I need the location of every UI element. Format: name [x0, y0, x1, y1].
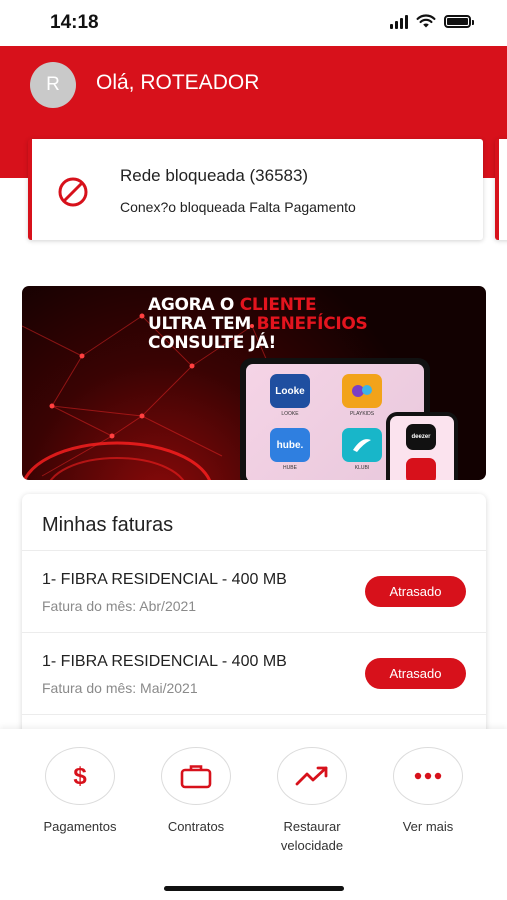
- nav-more[interactable]: Ver mais: [373, 747, 483, 836]
- red-app-tile: [406, 458, 436, 480]
- greeting: Olá, ROTEADOR: [96, 71, 260, 94]
- looke-app-tile: Looke: [270, 374, 310, 408]
- nav-contracts-button[interactable]: [161, 747, 231, 805]
- battery-icon: [444, 15, 474, 28]
- alert-subtitle: Conex?o bloqueada Falta Pagamento: [120, 199, 356, 215]
- invoice-month: Fatura do mês: Mai/2021: [42, 680, 198, 696]
- status-icons: [390, 14, 474, 29]
- playkids-app-tile: [342, 374, 382, 408]
- invoice-row[interactable]: 1- FIBRA RESIDENCIAL - 400 MB Fatura do …: [22, 550, 486, 632]
- status-badge[interactable]: Atrasado: [365, 658, 466, 689]
- wifi-icon: [416, 14, 436, 28]
- playkids-logo-icon: [352, 385, 372, 397]
- nav-contracts[interactable]: Contratos: [141, 747, 251, 836]
- status-time: 14:18: [50, 12, 99, 33]
- invoice-plan-name: 1- FIBRA RESIDENCIAL - 400 MB: [42, 571, 287, 588]
- banner-headline: AGORA O CLIENTE ULTRA TEM BENEFÍCIOS CON…: [148, 295, 368, 353]
- invoices-title: Minhas faturas: [42, 514, 174, 536]
- status-bar: 14:18: [0, 0, 507, 46]
- status-badge[interactable]: Atrasado: [365, 576, 466, 607]
- briefcase-icon: [180, 765, 212, 789]
- klubi-logo-icon: [353, 439, 371, 452]
- deezer-app-tile: deezer: [406, 424, 436, 450]
- nav-payments[interactable]: $ Pagamentos: [25, 747, 135, 836]
- nav-contracts-label: Contratos: [167, 819, 225, 834]
- dollar-icon: $: [73, 763, 87, 789]
- invoice-month: Fatura do mês: Abr/2021: [42, 598, 197, 614]
- nav-more-button[interactable]: [393, 747, 463, 805]
- promo-banner[interactable]: AGORA O CLIENTE ULTRA TEM BENEFÍCIOS CON…: [22, 286, 486, 480]
- klubi-app-tile: [342, 428, 382, 462]
- nav-payments-label: Pagamentos: [43, 819, 117, 834]
- nav-payments-button[interactable]: $: [45, 747, 115, 805]
- bottom-nav: $ Pagamentos Contratos Restaurar velocid…: [0, 729, 507, 900]
- nav-restore-speed[interactable]: Restaurar velocidade: [257, 747, 367, 855]
- nav-more-label: Ver mais: [402, 819, 454, 834]
- network-blocked-card[interactable]: Rede bloqueada (36583) Conex?o bloqueada…: [28, 139, 483, 240]
- invoices-card: Minhas faturas 1- FIBRA RESIDENCIAL - 40…: [22, 494, 486, 744]
- phone-illustration: deezer: [386, 412, 458, 480]
- invoice-row[interactable]: 1- FIBRA RESIDENCIAL - 400 MB Fatura do …: [22, 632, 486, 714]
- svg-text:$: $: [73, 763, 87, 789]
- more-dots-icon: [414, 772, 442, 780]
- invoice-plan-name: 1- FIBRA RESIDENCIAL - 400 MB: [42, 653, 287, 670]
- trending-up-icon: [295, 766, 328, 786]
- cellular-signal-icon: [390, 14, 408, 29]
- blocked-icon: [58, 177, 88, 207]
- next-alert-card[interactable]: [495, 139, 507, 240]
- hube-app-tile: hube.: [270, 428, 310, 462]
- avatar[interactable]: R: [30, 62, 76, 108]
- nav-restore-speed-button[interactable]: [277, 747, 347, 805]
- nav-restore-speed-label: Restaurar velocidade: [280, 819, 344, 853]
- home-indicator[interactable]: [164, 886, 344, 891]
- alert-title: Rede bloqueada (36583): [120, 166, 309, 185]
